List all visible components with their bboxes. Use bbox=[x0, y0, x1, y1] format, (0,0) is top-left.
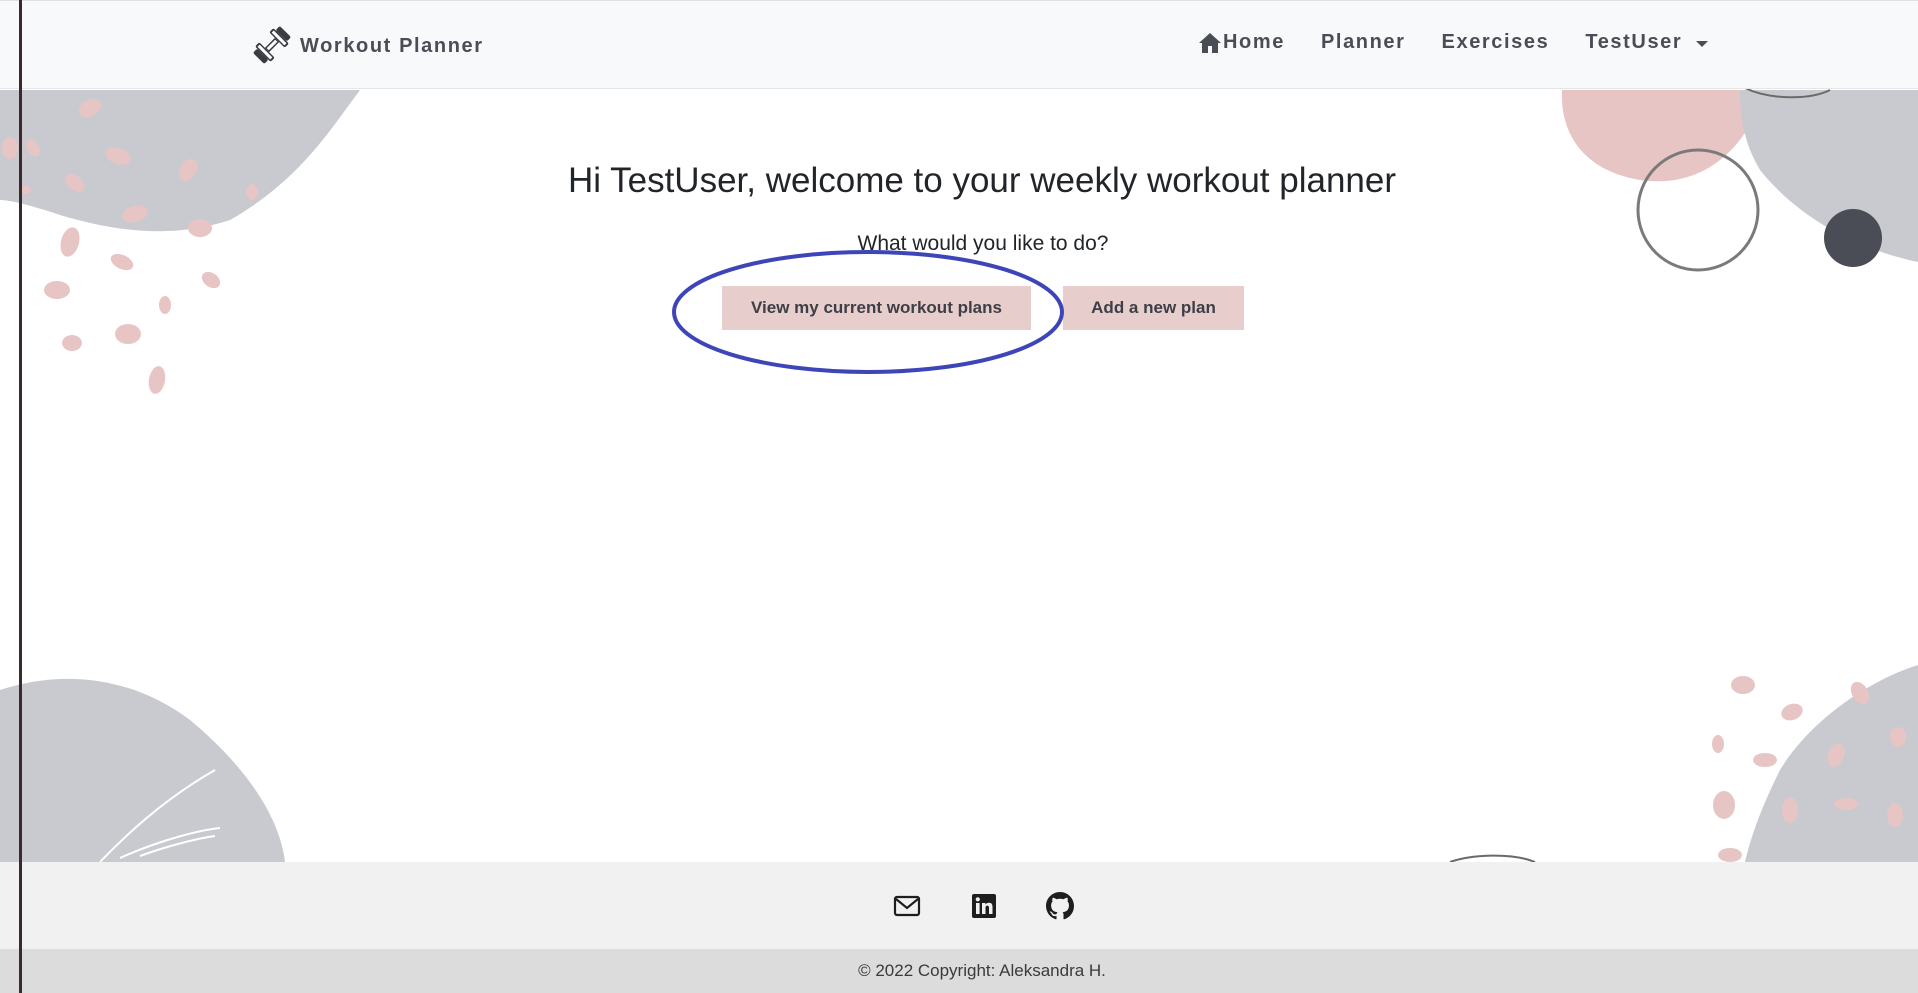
prompt-question: What would you like to do? bbox=[857, 232, 1109, 255]
envelope-icon[interactable] bbox=[893, 892, 921, 920]
navbar: Workout Planner Home Planner Exercises T… bbox=[0, 0, 1918, 89]
nav-links: Home Planner Exercises TestUser bbox=[1198, 31, 1709, 54]
window-edge bbox=[19, 0, 22, 993]
main-content: Hi TestUser, welcome to your weekly work… bbox=[0, 89, 1918, 862]
nav-home-link[interactable]: Home bbox=[1198, 31, 1285, 54]
add-plan-button[interactable]: Add a new plan bbox=[1063, 286, 1244, 330]
brand-title: Workout Planner bbox=[300, 35, 484, 57]
copyright-bar: © 2022 Copyright: Aleksandra H. bbox=[0, 949, 1918, 993]
house-icon bbox=[1198, 32, 1222, 54]
user-dropdown-label: TestUser bbox=[1585, 31, 1683, 53]
copyright-text: © 2022 Copyright: Aleksandra H. bbox=[858, 961, 1106, 980]
footer-social-links bbox=[0, 862, 1918, 949]
linkedin-icon[interactable] bbox=[970, 892, 998, 920]
caret-down-icon bbox=[1696, 40, 1709, 47]
footer: © 2022 Copyright: Aleksandra H. bbox=[0, 862, 1918, 993]
dumbbell-icon bbox=[250, 23, 294, 67]
nav-planner-link[interactable]: Planner bbox=[1321, 31, 1406, 54]
nav-home-label: Home bbox=[1223, 31, 1285, 53]
user-dropdown-toggle[interactable]: TestUser bbox=[1585, 31, 1709, 54]
brand-link[interactable]: Workout Planner bbox=[250, 23, 484, 67]
nav-exercises-link[interactable]: Exercises bbox=[1442, 31, 1550, 54]
github-icon[interactable] bbox=[1046, 892, 1074, 920]
welcome-heading: Hi TestUser, welcome to your weekly work… bbox=[567, 161, 1397, 200]
view-plans-button[interactable]: View my current workout plans bbox=[722, 286, 1031, 330]
